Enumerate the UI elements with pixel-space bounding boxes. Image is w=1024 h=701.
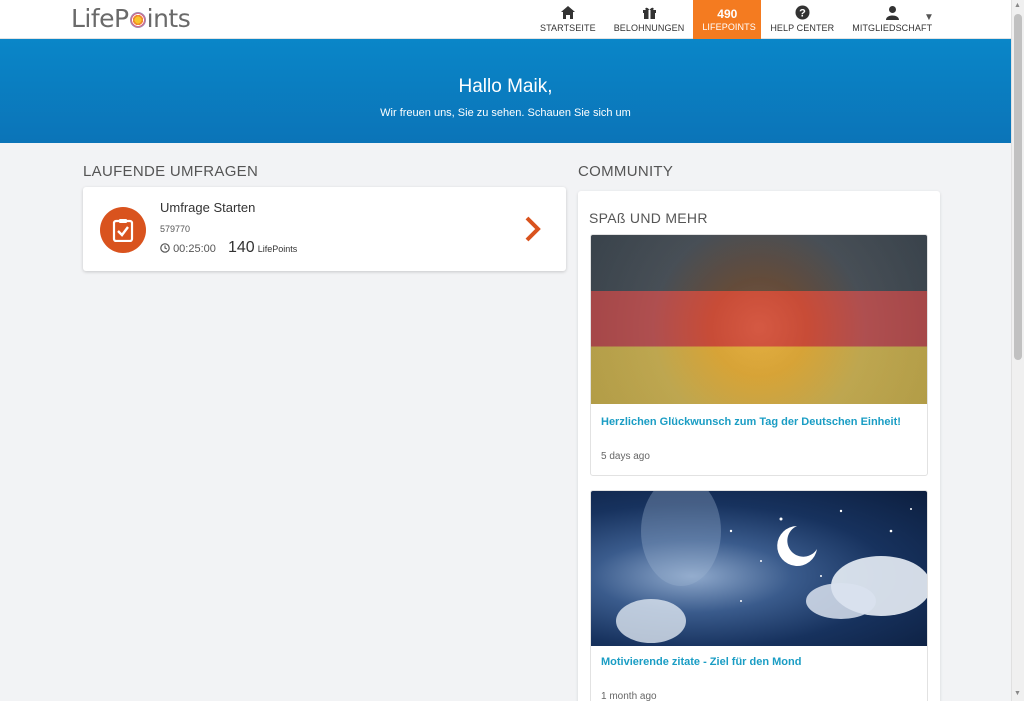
survey-card[interactable]: Umfrage Starten 579770 00:25:00 140 Life…	[83, 187, 566, 271]
lifepoints-logo[interactable]: LifeP ints	[71, 4, 191, 33]
sun-logo-icon	[129, 12, 146, 28]
nav-label: HELP CENTER	[770, 23, 835, 33]
clock-icon	[160, 243, 170, 255]
community-panel: SPAß UND MEHR Herzlichen Glückwunsch zum…	[578, 191, 940, 701]
article-card[interactable]: Herzlichen Glückwunsch zum Tag der Deuts…	[590, 234, 928, 476]
survey-meta: 00:25:00 140 LifePoints	[160, 239, 297, 257]
surveys-section-title: LAUFENDE UMFRAGEN	[83, 163, 259, 180]
article-card[interactable]: Motivierende zitate - Ziel für den Mond …	[590, 490, 928, 701]
survey-id: 579770	[160, 224, 191, 234]
caret-down-icon[interactable]: ▼	[924, 12, 934, 23]
scrollbar-thumb[interactable]	[1014, 14, 1022, 360]
scroll-up-icon[interactable]: ▲	[1014, 2, 1021, 9]
nav-label: MITGLIEDSCHAFT	[852, 23, 933, 33]
article-date: 1 month ago	[601, 691, 657, 701]
welcome-banner: Hallo Maik, Wir freuen uns, Sie zu sehen…	[0, 39, 1011, 143]
article-title[interactable]: Motivierende zitate - Ziel für den Mond	[601, 656, 801, 668]
survey-title: Umfrage Starten	[160, 200, 256, 215]
gift-icon	[614, 5, 685, 22]
user-icon	[852, 5, 932, 22]
nav-label: LIFEPOINTS	[702, 22, 756, 32]
vertical-scrollbar[interactable]: ▲ ▼	[1011, 0, 1024, 701]
nav-item-lifepoints[interactable]: 490 LIFEPOINTS	[693, 0, 762, 39]
community-subsection-title: SPAß UND MEHR	[589, 210, 708, 226]
main-nav: STARTSEITE BELOHNUNGEN 490 LIFEPOINTS ? …	[531, 0, 941, 39]
clipboard-check-icon	[100, 207, 146, 253]
survey-points: 140	[227, 239, 255, 256]
nav-item-belohnungen[interactable]: BELOHNUNGEN	[605, 0, 694, 39]
survey-duration: 00:25:00	[173, 243, 216, 255]
greeting-subtitle: Wir freuen uns, Sie zu sehen. Schauen Si…	[380, 107, 631, 119]
nav-item-help-center[interactable]: ? HELP CENTER	[761, 0, 843, 39]
top-navigation-bar: LifeP ints STARTSEITE BELOHNUNGEN 490 LIF…	[0, 0, 1011, 39]
survey-points-label: LifePoints	[257, 244, 298, 254]
scroll-down-icon[interactable]: ▼	[1014, 690, 1021, 697]
article-image	[591, 235, 927, 404]
nav-item-startseite[interactable]: STARTSEITE	[531, 0, 605, 39]
article-date: 5 days ago	[601, 451, 650, 462]
nav-label: STARTSEITE	[540, 23, 596, 33]
article-title[interactable]: Herzlichen Glückwunsch zum Tag der Deuts…	[601, 416, 901, 428]
question-circle-icon: ?	[770, 5, 834, 22]
nav-label: BELOHNUNGEN	[613, 23, 685, 33]
article-image	[591, 491, 927, 646]
chevron-right-icon[interactable]	[524, 216, 542, 247]
community-section-title: COMMUNITY	[578, 163, 674, 180]
points-balance: 490	[717, 7, 738, 21]
svg-text:?: ?	[799, 8, 806, 20]
greeting-heading: Hallo Maik,	[458, 76, 553, 97]
home-icon	[540, 5, 596, 22]
